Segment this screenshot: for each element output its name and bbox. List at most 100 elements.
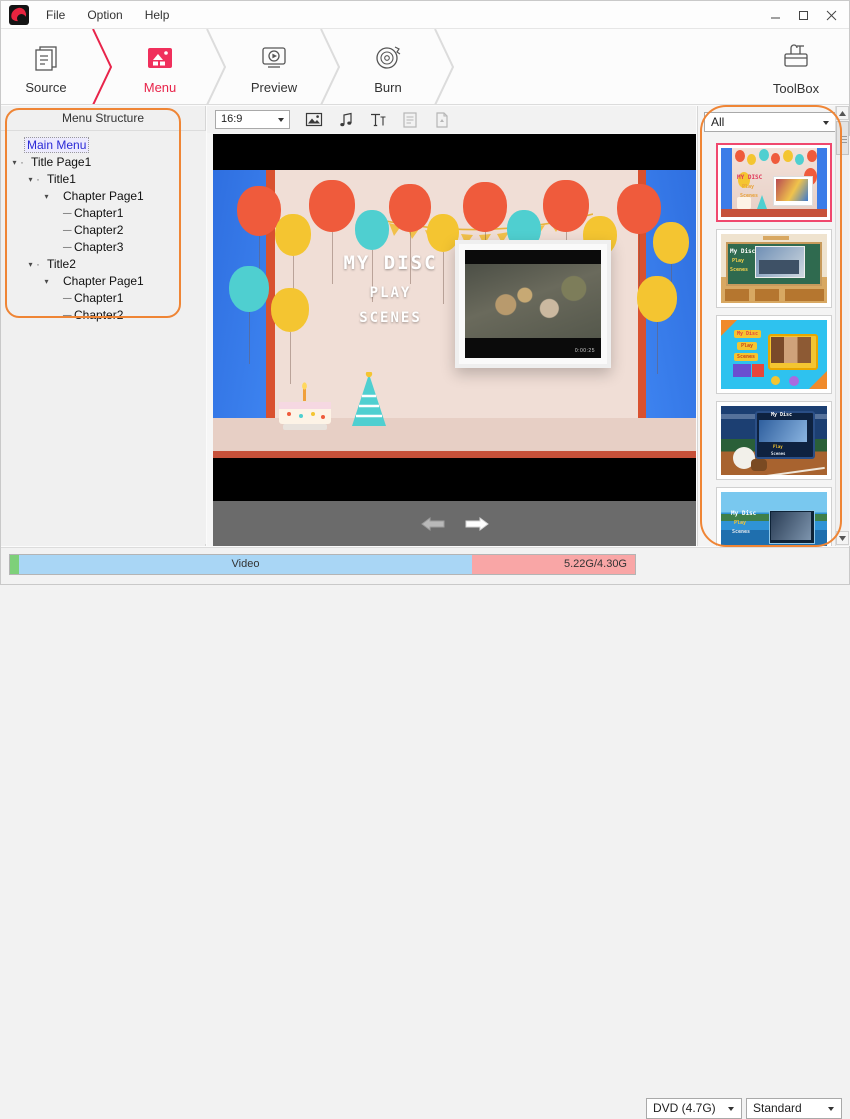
twisty-expanded-icon[interactable]: ▾ (41, 273, 52, 290)
template-thumbnail: MY DISC Play Scenes (721, 148, 827, 217)
tree-item-chapter3[interactable]: ─Chapter3 (7, 239, 206, 256)
background-image-icon[interactable] (304, 110, 324, 130)
step-menu[interactable]: Menu (115, 29, 205, 105)
menu-file[interactable]: File (35, 1, 76, 29)
menu-preview-canvas[interactable]: 0:00:25 MY DISC PLAY SCENES (213, 134, 696, 546)
tree-connector: ─ (63, 239, 74, 256)
menu-help[interactable]: Help (134, 1, 181, 29)
tree-connector (52, 273, 63, 290)
frame-tool-icon (400, 110, 420, 130)
tree-item-title-page1[interactable]: ▾·Title Page1 (7, 154, 206, 171)
video-thumbnail-frame[interactable]: 0:00:25 (455, 240, 611, 368)
editor-toolbar: 16:9 (207, 106, 696, 133)
disc-type-value: DVD (4.7G) (653, 1101, 716, 1115)
menu-picture-icon (145, 39, 175, 73)
scrollbar-thumb[interactable] (836, 121, 849, 155)
toolbox-button[interactable]: ToolBox (753, 29, 839, 105)
step-label: Source (25, 80, 66, 95)
tree-item-label: Chapter2 (74, 223, 123, 237)
disc-type-select[interactable]: DVD (4.7G) (646, 1098, 742, 1119)
tree-item-chapter1[interactable]: ─Chapter1 (7, 205, 206, 222)
scroll-down-icon[interactable] (836, 531, 849, 545)
menu-editor-panel: 16:9 (207, 106, 696, 546)
close-icon[interactable] (817, 2, 845, 28)
step-source[interactable]: Source (1, 29, 91, 105)
video-thumbnail: 0:00:25 (465, 250, 601, 358)
step-preview[interactable]: Preview (229, 29, 319, 105)
step-list: Source Menu (1, 29, 457, 105)
twisty-expanded-icon[interactable]: ▾ (41, 188, 52, 205)
cake-decoration (273, 380, 337, 432)
tree-item-title1[interactable]: ▾·Title1 (7, 171, 206, 188)
menu-option[interactable]: Option (76, 1, 133, 29)
app-logo-icon (9, 5, 29, 25)
twisty-expanded-icon[interactable]: ▾ (9, 154, 20, 171)
editor-tool-icons (304, 110, 452, 130)
tree-item-main-menu[interactable]: Main Menu (7, 137, 206, 154)
twisty-expanded-icon[interactable]: ▾ (25, 256, 36, 273)
quality-select[interactable]: Standard (746, 1098, 842, 1119)
step-divider (433, 29, 457, 105)
tree-item-title2[interactable]: ▾·Title2 (7, 256, 206, 273)
template-line-scenes: Scenes (730, 267, 748, 273)
capacity-segment-menu (10, 555, 19, 574)
capacity-segment-video: Video (19, 555, 472, 574)
menu-structure-panel: Menu Structure Main Menu ▾·Title Page1 ▾… (1, 106, 206, 546)
quality-value: Standard (753, 1101, 802, 1115)
tree-item-label: Title1 (47, 172, 76, 186)
menu-structure-tree: Main Menu ▾·Title Page1 ▾·Title1 ▾ Chapt… (1, 131, 206, 544)
toolbox-icon (780, 39, 812, 74)
template-title: My Disc (734, 330, 761, 338)
letterbox-top (213, 134, 696, 170)
capacity-bar: Video 5.22G/4.30G (9, 554, 636, 575)
menu-item-play[interactable]: PLAY (323, 285, 458, 301)
template-item-baseball[interactable]: My Disc Play Scenes (716, 401, 832, 480)
template-scrollbar[interactable] (835, 106, 849, 546)
template-item-kids[interactable]: My Disc Play Scenes (716, 315, 832, 394)
template-line-play: Play (732, 258, 744, 264)
tree-item-label: Chapter1 (74, 206, 123, 220)
tree-item-label: Chapter2 (74, 308, 123, 322)
chevron-down-icon (278, 118, 284, 122)
capacity-segment-overflow: 5.22G/4.30G (472, 555, 635, 574)
application-window: File Option Help (0, 0, 850, 585)
step-divider (205, 29, 229, 105)
menu-item-scenes[interactable]: SCENES (323, 310, 458, 326)
template-thumbnail: My Disc Play Scenes (721, 406, 827, 475)
tree-item-chapter-page1-2[interactable]: ▾ Chapter Page1 (7, 273, 206, 290)
template-item-lake[interactable]: My Disc Play Scenes (716, 487, 832, 546)
twisty-expanded-icon[interactable]: ▾ (25, 171, 36, 188)
tree-item-label: Title2 (47, 257, 76, 271)
template-panel: All (697, 106, 849, 546)
chevron-down-icon (728, 1107, 734, 1111)
background-music-icon[interactable] (336, 110, 356, 130)
text-tool-icon[interactable] (368, 110, 388, 130)
scroll-up-icon[interactable] (836, 106, 849, 120)
chevron-down-icon (823, 121, 829, 125)
aspect-ratio-select[interactable]: 16:9 (215, 110, 290, 129)
step-label: Preview (251, 80, 297, 95)
menu-disc-title[interactable]: MY DISC (323, 252, 458, 274)
minimize-icon[interactable] (761, 2, 789, 28)
tree-item-chapter1-2[interactable]: ─Chapter1 (7, 290, 206, 307)
arrow-left-icon[interactable] (418, 514, 448, 534)
template-list[interactable]: MY DISC Play Scenes My Disc Play Scenes (698, 136, 850, 546)
maximize-icon[interactable] (789, 2, 817, 28)
template-item-classroom[interactable]: My Disc Play Scenes (716, 229, 832, 308)
template-item-birthday[interactable]: MY DISC Play Scenes (716, 143, 832, 222)
arrow-right-icon[interactable] (462, 514, 492, 534)
title-bar: File Option Help (1, 1, 849, 29)
tree-item-label: Chapter3 (74, 240, 123, 254)
template-thumbnail: My Disc Play Scenes (721, 320, 827, 389)
template-filter-select[interactable]: All (704, 112, 836, 132)
tree-item-chapter2[interactable]: ─Chapter2 (7, 222, 206, 239)
tree-item-chapter-page1[interactable]: ▾ Chapter Page1 (7, 188, 206, 205)
tree-item-chapter2-2[interactable]: ─Chapter2 (7, 307, 206, 324)
tree-connector (52, 188, 63, 205)
step-burn[interactable]: Burn (343, 29, 433, 105)
tree-connector: · (20, 154, 31, 171)
tree-connector: ─ (63, 307, 74, 324)
capacity-size-label: 5.22G/4.30G (564, 558, 627, 570)
menu-structure-title: Menu Structure (1, 106, 205, 131)
template-line-scenes: Scenes (771, 451, 785, 456)
